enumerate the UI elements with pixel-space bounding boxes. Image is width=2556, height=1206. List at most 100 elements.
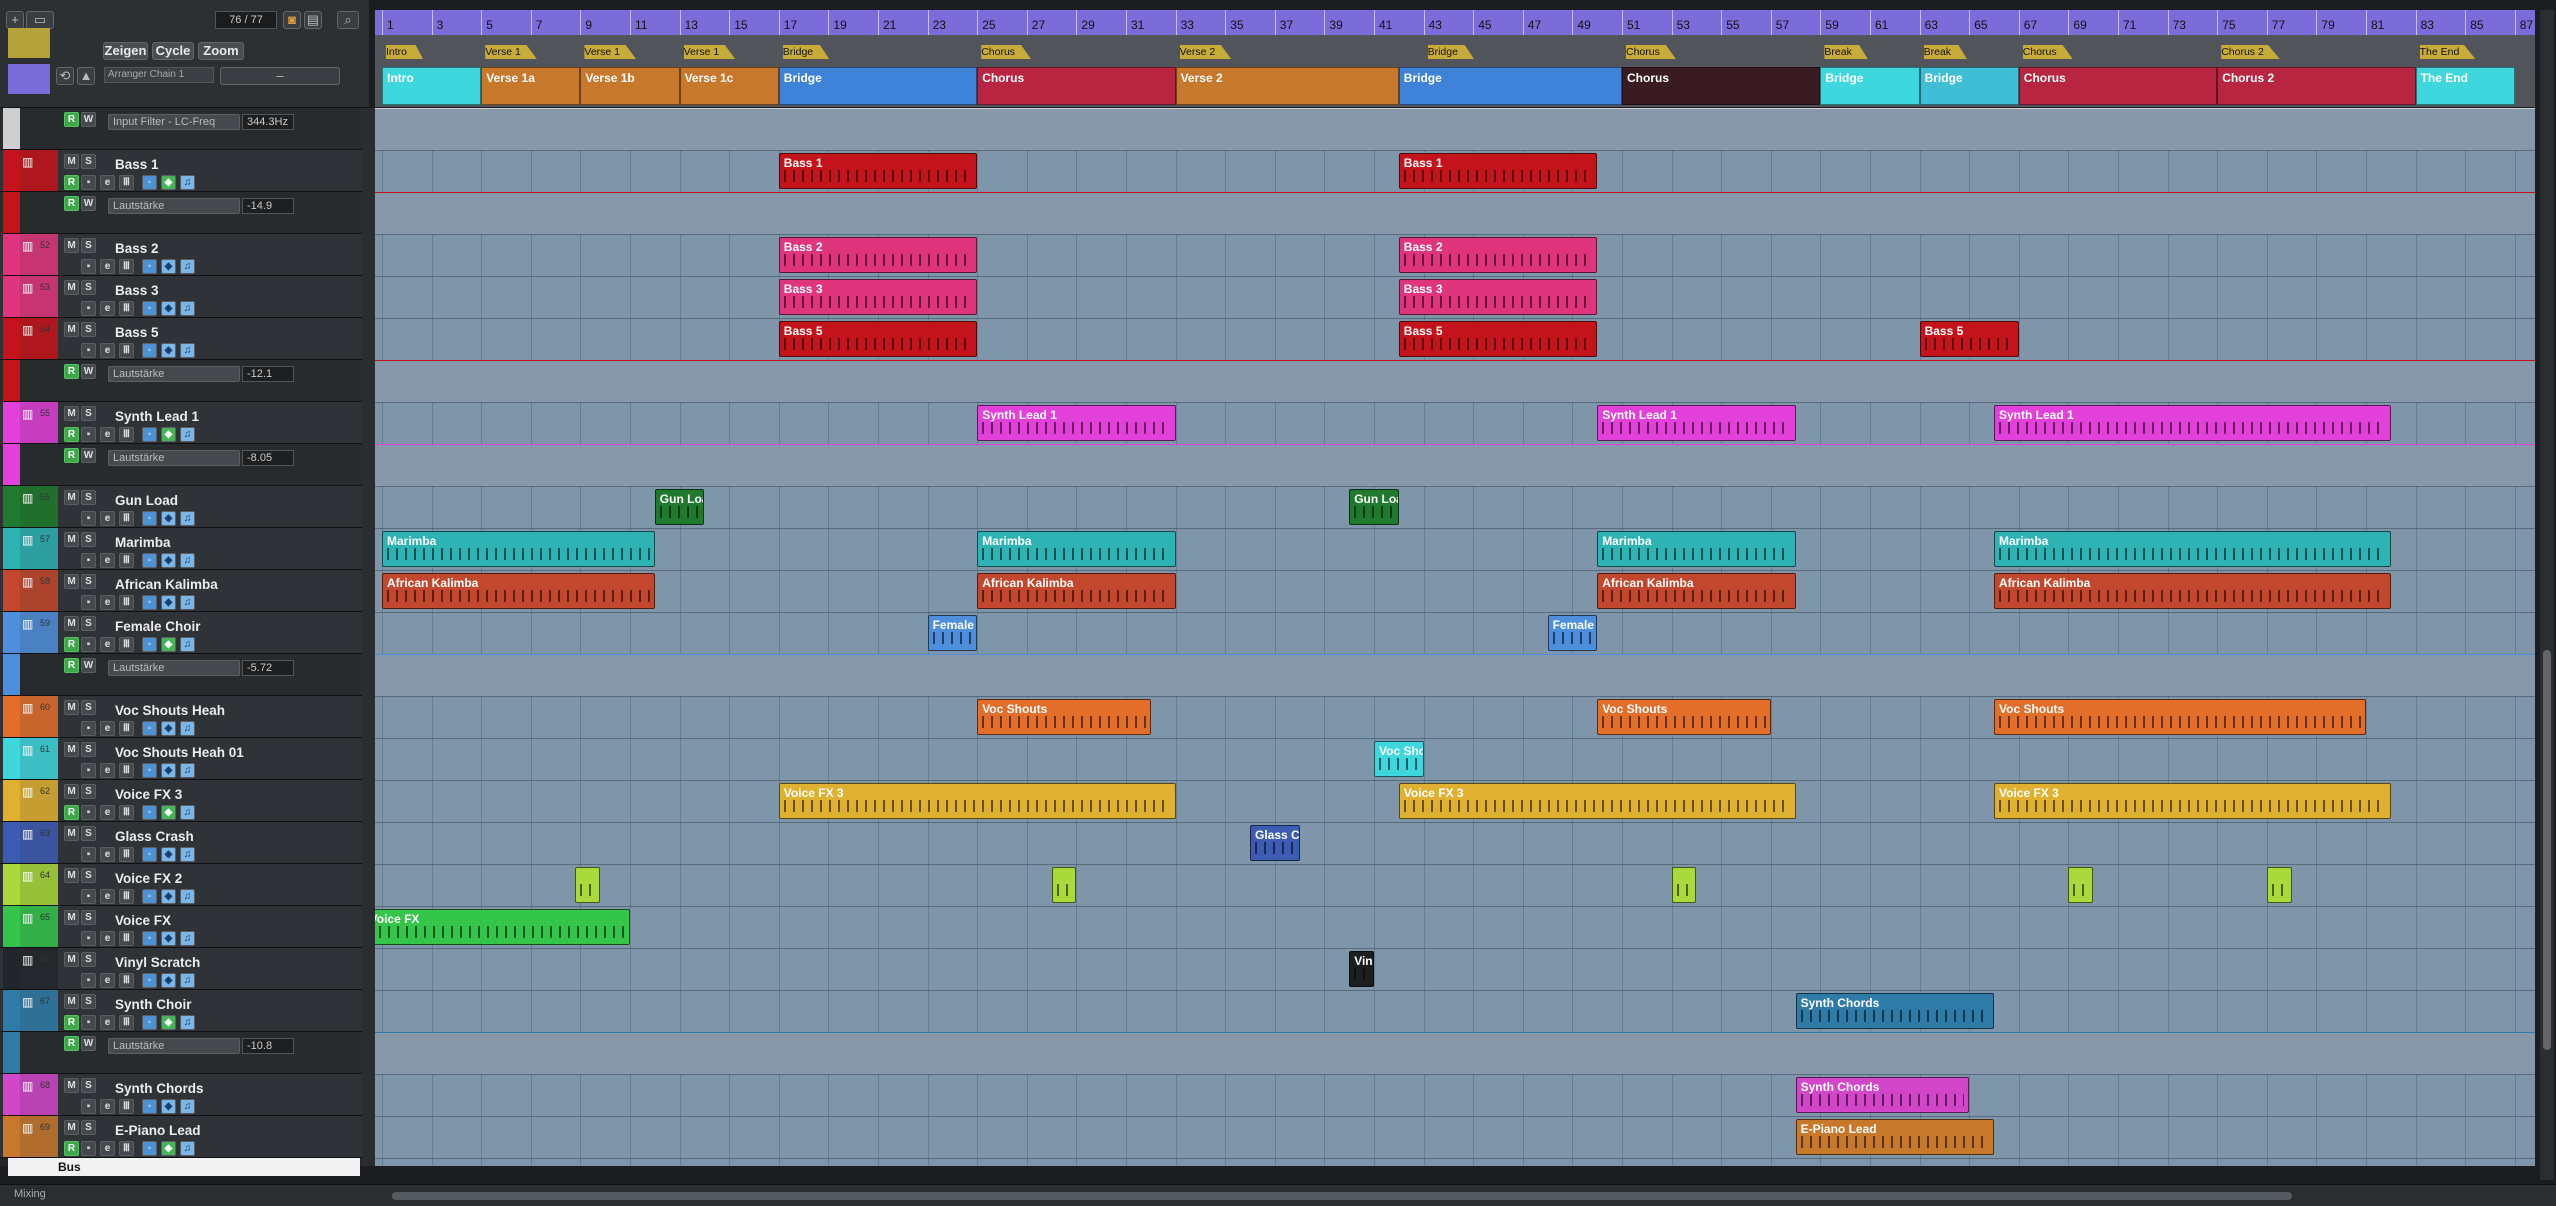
- midi-part[interactable]: African Kalimba: [1597, 573, 1796, 609]
- arranger-event-select[interactable]: –: [220, 67, 340, 85]
- channel-settings-button[interactable]: Ⅲ: [119, 637, 134, 652]
- edit-instrument-button[interactable]: e: [100, 343, 115, 358]
- midi-part[interactable]: Voice FX 3: [1398, 783, 1796, 819]
- midi-part[interactable]: Marimba: [382, 531, 655, 567]
- automation-value[interactable]: -14.9: [242, 198, 294, 214]
- window-icon[interactable]: ▤: [304, 11, 322, 29]
- midi-part[interactable]: Bass 1: [778, 153, 978, 189]
- solo-button[interactable]: S: [81, 574, 96, 589]
- monitor-button[interactable]: ▪: [81, 175, 96, 190]
- channel-settings-button[interactable]: Ⅲ: [119, 1015, 134, 1030]
- monitor-button[interactable]: ▪: [81, 889, 96, 904]
- timeline-ruler[interactable]: 1 3 5 7 9 11 13 15 17 19 21 23 25 27 29 31 33 35 37 39 41 43 4…: [375, 10, 2535, 35]
- midi-part[interactable]: African Kalimba: [1994, 573, 2391, 609]
- channel-settings-button[interactable]: Ⅲ: [119, 931, 134, 946]
- write-automation-button[interactable]: ◈: [161, 1099, 176, 1114]
- cycle-button[interactable]: Cycle: [152, 42, 194, 60]
- midi-part[interactable]: [2266, 867, 2292, 903]
- write-automation-button[interactable]: ◈: [161, 301, 176, 316]
- read-button[interactable]: R: [64, 364, 79, 379]
- write-button[interactable]: W: [81, 112, 96, 127]
- track-header[interactable]: ▥ 52 Bass 2 M S ▪ e Ⅲ ◦ ◈ ♫: [0, 234, 362, 276]
- midi-part[interactable]: Synth Chords: [1795, 1077, 1970, 1113]
- midi-button[interactable]: ♫: [180, 847, 195, 862]
- midi-part[interactable]: [575, 867, 601, 903]
- monitor-button[interactable]: ▪: [81, 1015, 96, 1030]
- write-automation-button[interactable]: ◈: [161, 259, 176, 274]
- edit-instrument-button[interactable]: e: [100, 637, 115, 652]
- midi-part[interactable]: Gun Loa: [654, 489, 705, 525]
- write-button[interactable]: W: [81, 196, 96, 211]
- edit-icon[interactable]: ⟲: [56, 67, 74, 85]
- channel-settings-button[interactable]: Ⅲ: [119, 889, 134, 904]
- read-automation-button[interactable]: ◦: [142, 1141, 157, 1156]
- arranger-section[interactable]: Bridge: [1919, 67, 2019, 105]
- read-button[interactable]: R: [64, 448, 79, 463]
- midi-button[interactable]: ♫: [180, 553, 195, 568]
- read-automation-button[interactable]: ◦: [142, 595, 157, 610]
- write-automation-button[interactable]: ◈: [161, 511, 176, 526]
- midi-part[interactable]: Bass 3: [778, 279, 978, 315]
- solo-button[interactable]: S: [81, 952, 96, 967]
- edit-instrument-button[interactable]: e: [100, 721, 115, 736]
- midi-part[interactable]: Voc Shouts: [1994, 699, 2366, 735]
- read-automation-button[interactable]: ◦: [142, 931, 157, 946]
- marker-chorus-2[interactable]: Chorus 2: [2217, 45, 2280, 61]
- automation-value[interactable]: -10.8: [242, 1038, 294, 1054]
- monitor-button[interactable]: ▪: [81, 595, 96, 610]
- write-automation-button[interactable]: ◈: [161, 1015, 176, 1030]
- marker-verse-1[interactable]: Verse 1: [680, 45, 736, 61]
- mute-button[interactable]: M: [64, 574, 79, 589]
- read-automation-button[interactable]: ◦: [142, 721, 157, 736]
- track-header[interactable]: ▥ 57 Marimba M S ▪ e Ⅲ ◦ ◈ ♫: [0, 528, 362, 570]
- read-automation-button[interactable]: ◦: [142, 511, 157, 526]
- midi-button[interactable]: ♫: [180, 595, 195, 610]
- write-automation-button[interactable]: ◈: [161, 595, 176, 610]
- solo-button[interactable]: S: [81, 868, 96, 883]
- midi-part[interactable]: Voc Sho: [1374, 741, 1424, 777]
- vertical-scrollbar[interactable]: [2540, 10, 2554, 1180]
- write-automation-button[interactable]: ◈: [161, 847, 176, 862]
- edit-instrument-button[interactable]: e: [100, 511, 115, 526]
- mute-button[interactable]: M: [64, 490, 79, 505]
- track-header[interactable]: ▥ 68 Synth Chords M S ▪ e Ⅲ ◦ ◈ ♫: [0, 1074, 362, 1116]
- arranger-section[interactable]: Bridge: [778, 67, 978, 105]
- track-header[interactable]: ▥ 56 Gun Load M S ▪ e Ⅲ ◦ ◈ ♫: [0, 486, 362, 528]
- write-button[interactable]: W: [81, 1036, 96, 1051]
- marker-verse-1[interactable]: Verse 1: [580, 45, 636, 61]
- midi-part[interactable]: Bass 3: [1398, 279, 1598, 315]
- marker-chorus[interactable]: Chorus: [2019, 45, 2073, 61]
- record-enable-button[interactable]: R: [64, 427, 79, 442]
- record-icon[interactable]: ◙: [283, 11, 301, 29]
- midi-button[interactable]: ♫: [180, 931, 195, 946]
- channel-settings-button[interactable]: Ⅲ: [119, 805, 134, 820]
- record-enable-button[interactable]: R: [64, 637, 79, 652]
- mute-button[interactable]: M: [64, 784, 79, 799]
- edit-instrument-button[interactable]: e: [100, 175, 115, 190]
- zeigen-button[interactable]: Zeigen: [103, 42, 148, 60]
- channel-settings-button[interactable]: Ⅲ: [119, 511, 134, 526]
- mute-button[interactable]: M: [64, 238, 79, 253]
- midi-part[interactable]: Voc Shouts: [977, 699, 1151, 735]
- midi-part[interactable]: Voc Shouts: [1597, 699, 1771, 735]
- midi-button[interactable]: ♫: [180, 721, 195, 736]
- automation-value[interactable]: -8.05: [242, 450, 294, 466]
- monitor-button[interactable]: ▪: [81, 763, 96, 778]
- midi-part[interactable]: Bass 2: [1398, 237, 1598, 273]
- track-header[interactable]: ▥ 53 Bass 3 M S ▪ e Ⅲ ◦ ◈ ♫: [0, 276, 362, 318]
- arranger-section[interactable]: Bridge: [1398, 67, 1622, 105]
- track-list-divider[interactable]: [362, 108, 375, 1166]
- arranger-section[interactable]: Intro: [382, 67, 482, 105]
- arranger-chain-select[interactable]: Arranger Chain 1: [104, 67, 214, 83]
- write-automation-button[interactable]: ◈: [161, 343, 176, 358]
- arranger-mode-icon[interactable]: ▲: [77, 67, 95, 85]
- read-automation-button[interactable]: ◦: [142, 1015, 157, 1030]
- track-header[interactable]: ▥ 62 Voice FX 3 M S R ▪ e Ⅲ ◦ ◈ ♫: [0, 780, 362, 822]
- read-automation-button[interactable]: ◦: [142, 259, 157, 274]
- automation-value[interactable]: -5.72: [242, 660, 294, 676]
- automation-parameter[interactable]: Lautstärke: [108, 1038, 240, 1054]
- write-automation-button[interactable]: ◈: [161, 427, 176, 442]
- arranger-section[interactable]: The End: [2415, 67, 2515, 105]
- mixing-tab[interactable]: Mixing: [14, 1188, 46, 1200]
- monitor-button[interactable]: ▪: [81, 931, 96, 946]
